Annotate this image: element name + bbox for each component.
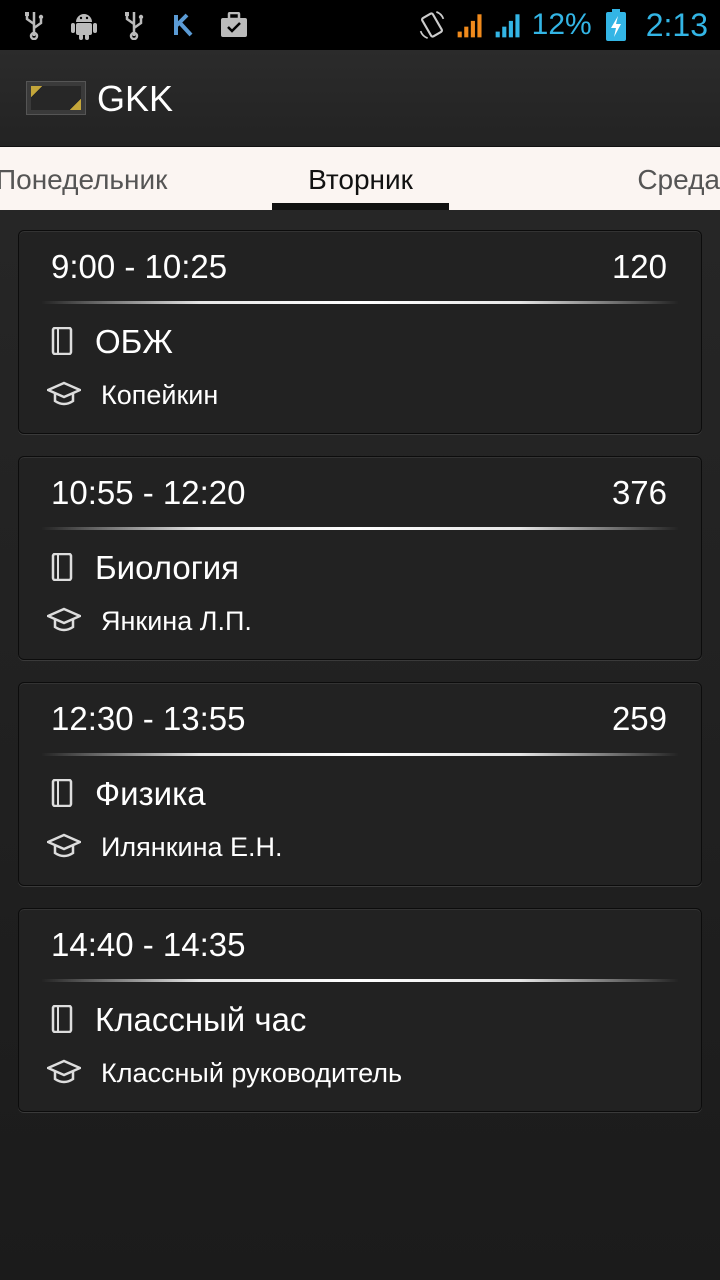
vk-icon: [170, 10, 198, 40]
android-debug-icon: [70, 10, 98, 40]
lesson-card[interactable]: 9:00 - 10:25 120 ОБЖ Копейкин: [18, 230, 702, 434]
lesson-subject: ОБЖ: [95, 323, 173, 360]
status-bar: 12% 2:13: [0, 0, 720, 50]
graduation-cap-icon: [47, 381, 81, 406]
lesson-teacher: Классный руководитель: [101, 1058, 403, 1088]
lesson-time: 12:30 - 13:55: [51, 700, 246, 737]
action-bar: GKK: [0, 50, 720, 147]
lesson-teacher: Копейкин: [101, 380, 219, 410]
clock: 2:13: [645, 6, 708, 43]
lesson-teacher: Илянкина Е.Н.: [101, 832, 283, 862]
lesson-subject: Биология: [95, 549, 240, 586]
battery-charging-icon: [602, 9, 630, 41]
lesson-card[interactable]: 14:40 - 14:35 Классный час Классный руко…: [18, 908, 702, 1112]
signal-orange-icon: [456, 10, 484, 40]
tab-prev-day[interactable]: Понедельник: [0, 147, 167, 210]
lesson-time: 10:55 - 12:20: [51, 474, 246, 511]
graduation-cap-icon: [47, 1059, 81, 1084]
lesson-room: 120: [611, 248, 667, 285]
lesson-time: 14:40 - 14:35: [51, 926, 246, 963]
briefcase-icon: [220, 10, 248, 40]
lesson-time: 9:00 - 10:25: [51, 248, 228, 285]
rotate-icon: [418, 10, 446, 40]
lesson-teacher: Янкина Л.П.: [101, 606, 252, 636]
divider: [41, 979, 679, 982]
lesson-room: 376: [611, 474, 667, 511]
notification-icons: [20, 8, 248, 42]
notebook-icon: [51, 553, 73, 581]
notebook-icon: [51, 1005, 73, 1033]
app-logo-icon[interactable]: [26, 81, 86, 115]
usb-icon: [120, 10, 148, 40]
notebook-icon: [51, 779, 73, 807]
divider: [41, 753, 679, 756]
divider: [41, 527, 679, 530]
signal-blue-icon: [494, 10, 522, 40]
tab-indicator: [272, 203, 449, 210]
lesson-card[interactable]: 12:30 - 13:55 259 Физика Илянкина Е.Н.: [18, 682, 702, 886]
battery-percent: 12%: [531, 8, 592, 41]
day-tab-strip: Понедельник Вторник Среда: [0, 147, 720, 210]
graduation-cap-icon: [47, 607, 81, 632]
notebook-icon: [51, 327, 73, 355]
lesson-card[interactable]: 10:55 - 12:20 376 Биология Янкина Л.П.: [18, 456, 702, 660]
lesson-list[interactable]: 9:00 - 10:25 120 ОБЖ Копейкин 10:55 - 12…: [0, 210, 720, 1280]
system-indicators: 12% 2:13: [418, 4, 708, 46]
lesson-room: 259: [611, 700, 667, 737]
tab-current-day[interactable]: Вторник: [272, 147, 449, 210]
usb-icon: [20, 10, 48, 40]
graduation-cap-icon: [47, 833, 81, 858]
app-title: GKK: [97, 78, 174, 119]
divider: [41, 301, 679, 304]
lesson-subject: Физика: [95, 775, 206, 812]
tab-next-day[interactable]: Среда: [637, 147, 720, 210]
lesson-subject: Классный час: [95, 1001, 307, 1038]
